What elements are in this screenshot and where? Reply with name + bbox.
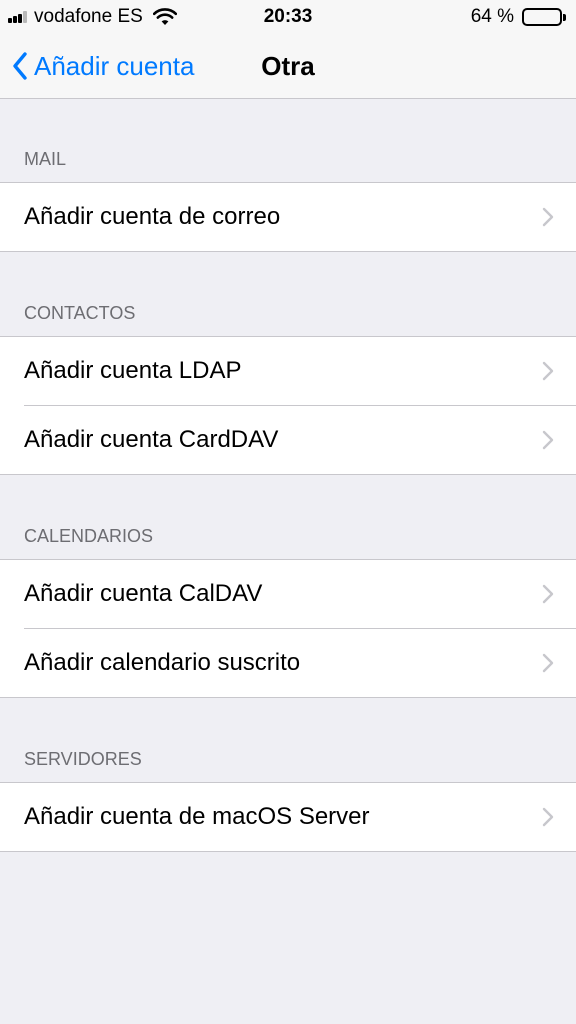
status-right: 64 % xyxy=(471,5,566,29)
chevron-right-icon xyxy=(542,807,554,827)
chevron-right-icon xyxy=(542,430,554,450)
chevron-right-icon xyxy=(542,584,554,604)
section-header-calendars: CALENDARIOS xyxy=(0,475,576,560)
section-contacts: Añadir cuenta LDAP Añadir cuenta CardDAV xyxy=(0,337,576,475)
page-title: Otra xyxy=(261,51,315,81)
list-item-label: Añadir cuenta LDAP xyxy=(24,357,242,384)
list-item-label: Añadir cuenta CalDAV xyxy=(24,580,263,607)
add-caldav-account-item[interactable]: Añadir cuenta CalDAV xyxy=(0,560,576,628)
add-macos-server-account-item[interactable]: Añadir cuenta de macOS Server xyxy=(0,783,576,851)
battery-icon xyxy=(522,8,566,26)
list-item-label: Añadir calendario suscrito xyxy=(24,649,301,676)
list-item-label: Añadir cuenta CardDAV xyxy=(24,426,279,453)
add-mail-account-item[interactable]: Añadir cuenta de correo xyxy=(0,183,576,251)
section-mail: Añadir cuenta de correo xyxy=(0,183,576,252)
battery-percent: 64 % xyxy=(470,6,514,27)
navigation-bar: Añadir cuenta Otra xyxy=(0,34,576,99)
chevron-right-icon xyxy=(542,361,554,381)
settings-list: MAIL Añadir cuenta de correo CONTACTOS A… xyxy=(0,99,576,852)
section-header-mail: MAIL xyxy=(0,99,576,183)
section-servers: Añadir cuenta de macOS Server xyxy=(0,783,576,852)
section-calendars: Añadir cuenta CalDAV Añadir calendario s… xyxy=(0,560,576,698)
add-ldap-account-item[interactable]: Añadir cuenta LDAP xyxy=(0,337,576,405)
list-item-label: Añadir cuenta de correo xyxy=(24,203,281,230)
chevron-right-icon xyxy=(542,653,554,673)
add-carddav-account-item[interactable]: Añadir cuenta CardDAV xyxy=(0,405,576,474)
add-subscribed-calendar-item[interactable]: Añadir calendario suscrito xyxy=(0,628,576,697)
chevron-right-icon xyxy=(542,207,554,227)
section-header-contacts: CONTACTOS xyxy=(0,252,576,337)
list-item-label: Añadir cuenta de macOS Server xyxy=(24,803,370,830)
section-header-servers: SERVIDORES xyxy=(0,698,576,783)
status-bar: vodafone ES 20:33 64 % xyxy=(0,0,576,34)
